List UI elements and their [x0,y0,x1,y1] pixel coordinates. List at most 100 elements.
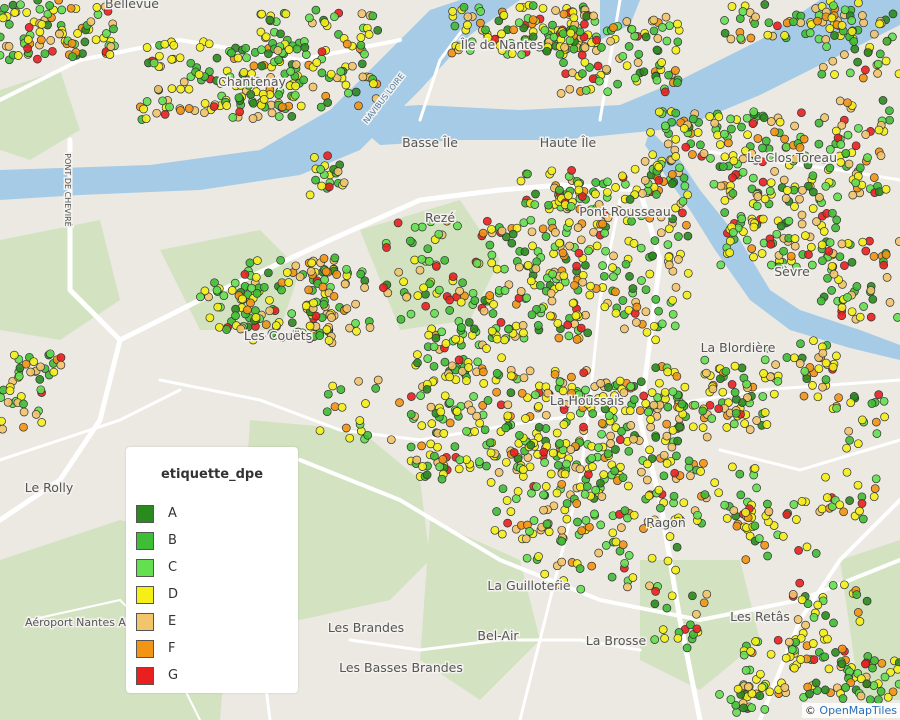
dpe-marker[interactable] [242,53,251,63]
dpe-marker[interactable] [265,306,275,316]
dpe-marker[interactable] [618,51,628,61]
dpe-marker[interactable] [851,178,861,188]
dpe-marker[interactable] [345,433,355,443]
dpe-marker[interactable] [251,272,261,282]
dpe-marker[interactable] [843,130,853,140]
dpe-marker[interactable] [518,465,528,474]
dpe-marker[interactable] [840,5,850,15]
dpe-marker[interactable] [881,184,891,194]
dpe-marker[interactable] [766,239,776,249]
dpe-marker[interactable] [638,189,647,198]
dpe-marker[interactable] [861,65,870,75]
dpe-marker[interactable] [503,518,512,528]
dpe-marker[interactable] [847,257,857,267]
dpe-marker[interactable] [584,246,593,256]
dpe-marker[interactable] [845,68,855,78]
dpe-marker[interactable] [559,420,569,429]
dpe-marker[interactable] [406,442,416,452]
dpe-marker[interactable] [789,17,798,27]
dpe-marker[interactable] [622,17,632,26]
dpe-marker[interactable] [828,362,838,372]
dpe-marker[interactable] [13,51,23,60]
dpe-marker[interactable] [555,439,565,448]
dpe-marker[interactable] [195,42,205,52]
dpe-marker[interactable] [307,258,317,268]
dpe-marker[interactable] [396,314,406,324]
dpe-marker[interactable] [153,84,163,94]
dpe-marker[interactable] [22,8,32,17]
dpe-marker[interactable] [245,258,255,268]
dpe-marker[interactable] [540,569,550,579]
dpe-marker[interactable] [679,124,689,133]
dpe-marker[interactable] [515,430,524,440]
dpe-marker[interactable] [736,490,746,500]
dpe-marker[interactable] [773,376,783,386]
dpe-marker[interactable] [759,113,769,123]
dpe-marker[interactable] [670,321,680,331]
dpe-marker[interactable] [503,411,513,421]
dpe-marker[interactable] [818,382,827,392]
dpe-marker[interactable] [880,412,889,422]
dpe-marker[interactable] [869,492,879,502]
dpe-marker[interactable] [23,35,33,44]
dpe-marker[interactable] [727,124,736,134]
dpe-marker[interactable] [770,167,779,176]
dpe-marker[interactable] [175,53,185,63]
dpe-marker[interactable] [853,480,863,490]
dpe-marker[interactable] [580,57,590,67]
dpe-marker[interactable] [766,649,776,659]
dpe-marker[interactable] [649,321,659,331]
dpe-marker[interactable] [542,46,552,56]
dpe-marker[interactable] [447,361,457,371]
dpe-marker[interactable] [611,537,621,547]
dpe-marker[interactable] [882,273,892,282]
dpe-marker[interactable] [586,281,595,291]
dpe-marker[interactable] [212,53,222,63]
dpe-marker[interactable] [636,377,646,387]
dpe-marker[interactable] [641,32,651,42]
dpe-marker[interactable] [26,367,35,377]
dpe-marker[interactable] [696,467,705,476]
dpe-marker[interactable] [509,25,518,35]
dpe-marker[interactable] [528,1,538,10]
dpe-marker[interactable] [551,6,560,15]
dpe-marker[interactable] [652,75,662,85]
dpe-marker[interactable] [547,166,557,176]
dpe-marker[interactable] [246,90,256,99]
dpe-marker[interactable] [416,391,425,400]
dpe-marker[interactable] [624,42,634,51]
dpe-marker[interactable] [329,291,339,301]
dpe-marker[interactable] [625,406,635,416]
dpe-marker[interactable] [0,424,7,434]
dpe-marker[interactable] [760,705,770,714]
dpe-marker[interactable] [631,73,640,83]
dpe-marker[interactable] [637,276,646,285]
dpe-marker[interactable] [552,428,562,438]
dpe-marker[interactable] [320,18,330,27]
dpe-marker[interactable] [73,29,82,38]
dpe-marker[interactable] [541,410,551,420]
dpe-marker[interactable] [542,519,552,529]
dpe-marker[interactable] [861,246,871,256]
dpe-marker[interactable] [667,591,677,601]
dpe-marker[interactable] [720,208,730,217]
dpe-marker[interactable] [752,483,761,493]
dpe-marker[interactable] [555,49,565,59]
dpe-marker[interactable] [515,3,525,12]
dpe-marker[interactable] [792,515,801,524]
dpe-marker[interactable] [825,238,835,247]
dpe-marker[interactable] [847,307,857,317]
dpe-marker[interactable] [445,295,455,305]
dpe-marker[interactable] [775,117,785,127]
dpe-marker[interactable] [662,603,672,613]
dpe-marker[interactable] [482,461,491,471]
dpe-marker[interactable] [238,294,247,304]
dpe-marker[interactable] [702,589,712,599]
dpe-marker[interactable] [360,283,369,292]
dpe-marker[interactable] [617,427,626,436]
dpe-marker[interactable] [538,3,548,13]
dpe-marker[interactable] [790,241,800,251]
dpe-marker[interactable] [597,492,607,501]
dpe-marker[interactable] [399,277,408,287]
dpe-marker[interactable] [348,61,357,71]
